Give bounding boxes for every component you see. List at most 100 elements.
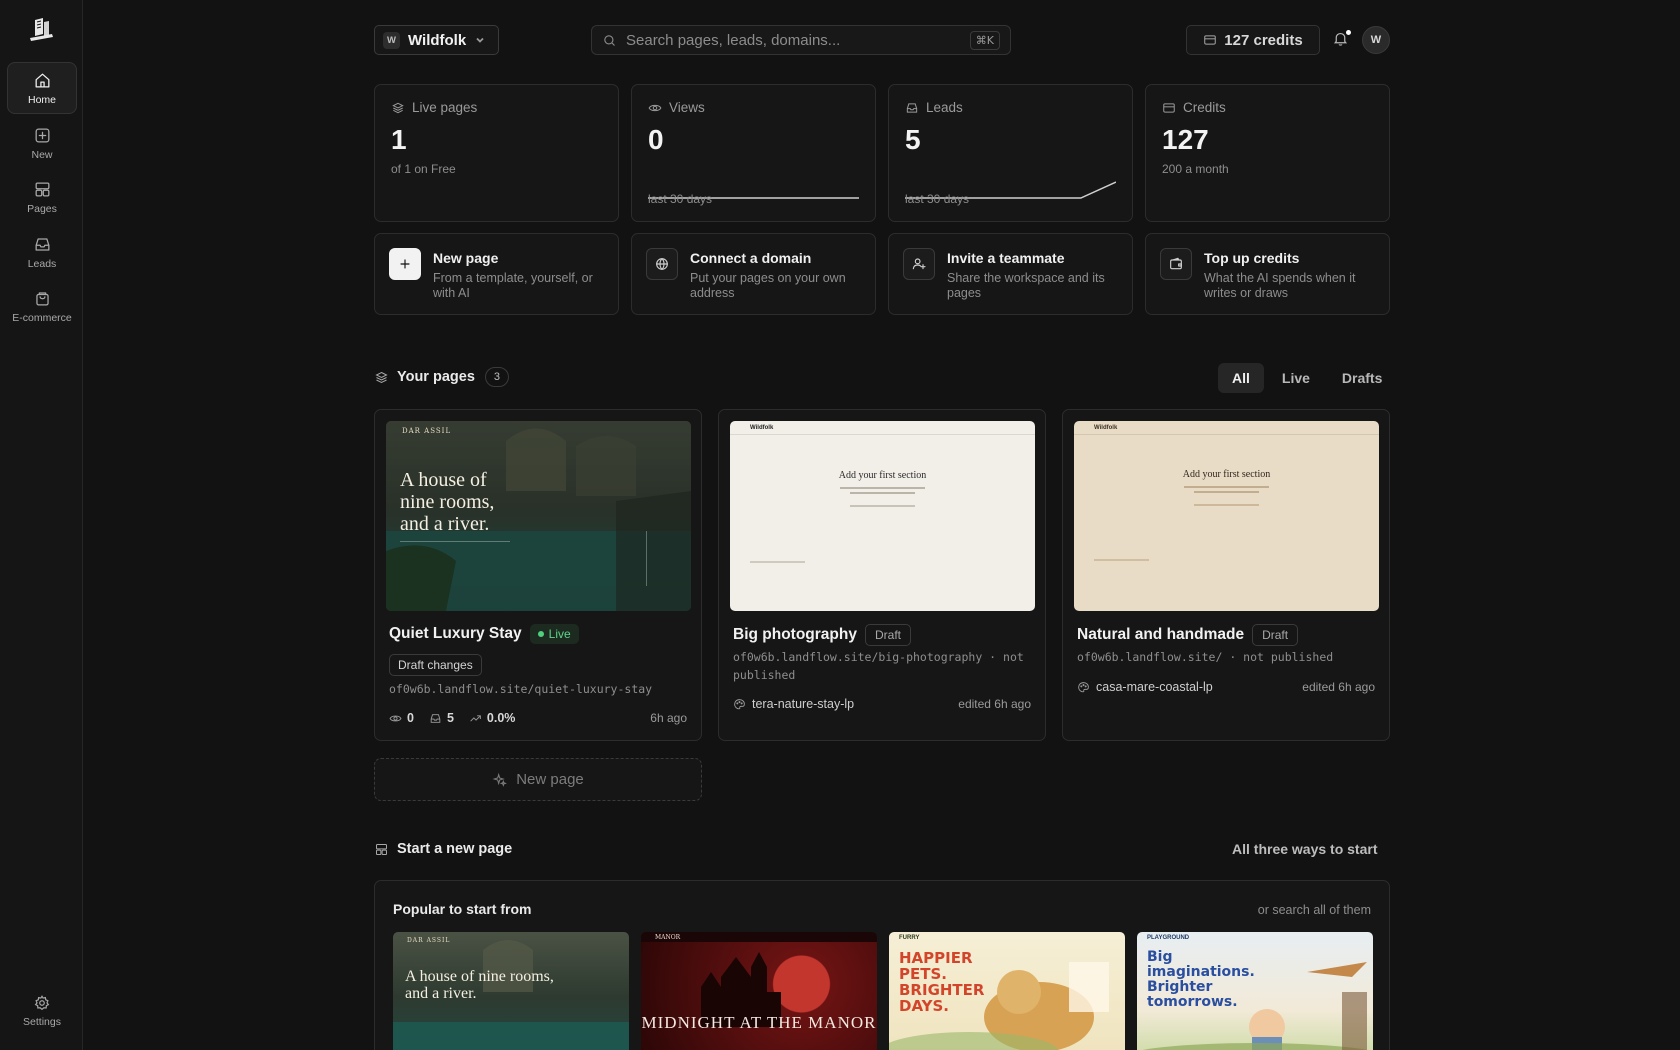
stat-sub: of 1 on Free <box>391 162 456 176</box>
template-card[interactable]: FURRY HAPPIER PETS. BRIGHTER DAYS. <box>889 932 1125 1050</box>
draft-changes-badge: Draft changes <box>389 654 482 676</box>
sidebar-item-settings[interactable]: Settings <box>7 994 77 1040</box>
search-bar[interactable]: ⌘K <box>591 25 1011 55</box>
workspace-switcher[interactable]: W Wildfolk <box>374 25 499 55</box>
page-url[interactable]: of0w6b.landflow.site/quiet-luxury-stay <box>389 680 689 698</box>
credits-button[interactable]: 127 credits <box>1186 25 1320 55</box>
settings-label: Settings <box>23 1016 61 1028</box>
all-ways-link[interactable]: All three ways to start <box>1220 839 1390 859</box>
popular-title: Popular to start from <box>393 901 532 917</box>
workspace-name: Wildfolk <box>408 31 467 49</box>
status-badge: Draft <box>865 624 912 646</box>
sidebar-item-new[interactable]: New <box>7 117 77 169</box>
page-thumbnail[interactable]: Wildfolk Add your first section <box>1074 421 1379 611</box>
top-up-credits-action[interactable]: Top up credits What the AI spends when i… <box>1145 233 1390 315</box>
search-icon <box>604 34 615 46</box>
thumbnail-text <box>850 505 915 507</box>
page-url[interactable]: of0w6b.landflow.site/big-photography · n… <box>733 648 1033 684</box>
invite-teammate-action[interactable]: Invite a teammate Share the workspace an… <box>888 233 1133 315</box>
template-card[interactable]: DAR ASSIL A house of nine rooms, and a r… <box>393 932 629 1050</box>
action-desc: Put your pages on your own address <box>690 271 846 300</box>
plus-square-icon <box>35 128 49 142</box>
thumbnail-divider <box>1074 434 1379 435</box>
eye-icon <box>389 715 402 721</box>
notifications-button[interactable] <box>1332 30 1351 50</box>
action-desc: Share the workspace and its pages <box>947 271 1105 300</box>
sidebar-item-home[interactable]: Home <box>7 62 77 114</box>
inbox-icon <box>35 237 49 251</box>
template-brand: FURRY <box>899 935 920 941</box>
thumbnail-sidebar <box>646 531 678 586</box>
plus-icon <box>389 248 421 280</box>
sidebar-item-pages[interactable]: Pages <box>7 171 77 223</box>
sidebar: Home New Pages Leads E-commerce Settings <box>0 0 83 1050</box>
app-logo[interactable] <box>26 16 56 44</box>
palette-icon <box>1078 681 1089 692</box>
template-name: tera-nature-stay-lp <box>752 697 855 711</box>
leads-stat: 5 <box>429 711 454 725</box>
thumbnail-copy <box>400 541 510 565</box>
sidebar-item-leads[interactable]: Leads <box>7 226 77 278</box>
eye-icon <box>648 104 662 111</box>
page-meta: tera-nature-stay-lp edited 6h ago <box>733 697 1031 711</box>
action-title: Connect a domain <box>690 250 812 266</box>
template-brand: MANOR <box>655 934 681 941</box>
pages-filter-tabs: All Live Drafts <box>1218 363 1396 393</box>
thumbnail-divider <box>730 434 1035 435</box>
new-page-button[interactable]: New page <box>374 758 702 801</box>
thumbnail-headline: Add your first section <box>1182 469 1271 480</box>
layers-icon <box>392 102 404 113</box>
popular-templates: Popular to start from or search all of t… <box>374 880 1390 1050</box>
globe-icon <box>646 248 678 280</box>
page-title[interactable]: Big photography <box>733 626 857 644</box>
thumbnail-text <box>1194 491 1259 493</box>
home-icon <box>35 73 49 87</box>
stat-sub: last 30 days <box>648 192 713 206</box>
template-card[interactable]: PLAYGROUND Big imaginations. Brighter to… <box>1137 932 1373 1050</box>
start-new-page-header: Start a new page <box>374 841 512 857</box>
layout-icon <box>35 182 49 196</box>
workspace-badge: W <box>383 31 400 49</box>
stat-card-live-pages: Live pages 1 of 1 on Free <box>374 84 619 222</box>
stat-value: 5 <box>905 124 921 155</box>
sidebar-item-ecommerce[interactable]: E-commerce <box>7 280 77 332</box>
sidebar-item-label: New <box>31 148 53 161</box>
conversion-rate: 0.0% <box>486 711 516 725</box>
stat-card-credits: Credits 127 200 a month <box>1145 84 1390 222</box>
action-title: New page <box>433 250 499 266</box>
section-title: Your pages <box>397 369 475 385</box>
template-card[interactable]: MANOR MIDNIGHT AT THE MANOR <box>641 932 877 1050</box>
page-url[interactable]: of0w6b.landflow.site/ · not published <box>1077 648 1377 666</box>
trending-up-icon <box>470 714 481 722</box>
tab-all[interactable]: All <box>1218 363 1264 393</box>
stat-label: Live pages <box>412 100 478 115</box>
tab-live[interactable]: Live <box>1268 363 1324 393</box>
page-meta: casa-mare-coastal-lp edited 6h ago <box>1077 680 1375 694</box>
views-count: 0 <box>407 711 414 725</box>
section-title: Start a new page <box>397 841 513 857</box>
search-input[interactable] <box>626 31 961 49</box>
page-title[interactable]: Natural and handmade <box>1077 626 1244 644</box>
search-all-link[interactable]: or search all of them <box>1258 903 1371 917</box>
stat-value: 0 <box>648 124 664 155</box>
thumbnail-text <box>1194 504 1259 506</box>
stat-label: Credits <box>1183 100 1226 115</box>
page-thumbnail[interactable]: Wildfolk Add your first section <box>730 421 1035 611</box>
avatar[interactable]: W <box>1362 26 1390 54</box>
page-card-big-photography[interactable]: Wildfolk Add your first section Big phot… <box>718 409 1046 741</box>
page-card-natural-and-handmade[interactable]: Wildfolk Add your first section Natural … <box>1062 409 1390 741</box>
search-shortcut: ⌘K <box>969 30 1000 50</box>
page-time: edited 6h ago <box>1302 680 1375 694</box>
page-thumbnail[interactable]: DAR ASSIL A house of nine rooms, and a r… <box>386 421 691 611</box>
new-page-action[interactable]: New page From a template, yourself, or w… <box>374 233 619 315</box>
page-title[interactable]: Quiet Luxury Stay <box>389 625 522 643</box>
connect-domain-action[interactable]: Connect a domain Put your pages on your … <box>631 233 876 315</box>
stat-value: 1 <box>391 124 407 155</box>
tab-drafts[interactable]: Drafts <box>1328 363 1396 393</box>
page-card-quiet-luxury-stay[interactable]: DAR ASSIL A house of nine rooms, and a r… <box>374 409 702 741</box>
sidebar-item-label: Leads <box>27 257 57 270</box>
stat-sub: 200 a month <box>1162 162 1229 176</box>
shopping-bag-icon <box>35 291 49 305</box>
stat-label: Views <box>669 100 705 115</box>
user-plus-icon <box>903 248 935 280</box>
